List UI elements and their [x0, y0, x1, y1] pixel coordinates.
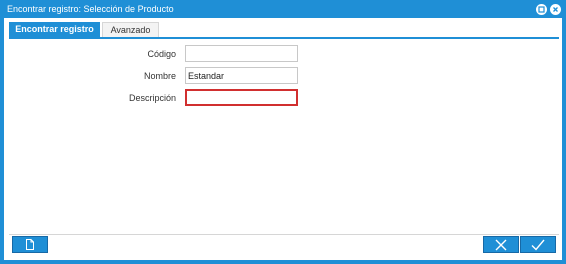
- dialog-body: Encontrar registro Avanzado Código Nombr…: [4, 18, 562, 260]
- ok-button[interactable]: [520, 236, 556, 253]
- descripcion-label: Descripción: [128, 93, 176, 103]
- new-record-icon: [25, 239, 35, 250]
- nombre-label: Nombre: [143, 71, 176, 81]
- codigo-label: Código: [147, 49, 176, 59]
- codigo-field[interactable]: [185, 45, 298, 62]
- find-record-window: Encontrar registro: Selección de Product…: [0, 0, 566, 264]
- tab-avanzado[interactable]: Avanzado: [102, 22, 159, 37]
- footer-divider: [9, 234, 559, 235]
- descripcion-field[interactable]: [185, 89, 298, 106]
- cancel-x-icon: [495, 239, 507, 251]
- tab-encontrar-registro[interactable]: Encontrar registro: [9, 22, 100, 37]
- window-title: Encontrar registro: Selección de Product…: [7, 4, 174, 14]
- nombre-field[interactable]: [185, 67, 298, 84]
- tab-underline: [9, 37, 559, 39]
- title-bar: Encontrar registro: Selección de Product…: [1, 1, 565, 18]
- ok-check-icon: [531, 239, 545, 251]
- window-maximize-icon[interactable]: [536, 4, 547, 15]
- cancel-button[interactable]: [483, 236, 519, 253]
- window-close-icon[interactable]: [550, 4, 561, 15]
- new-record-button[interactable]: [12, 236, 48, 253]
